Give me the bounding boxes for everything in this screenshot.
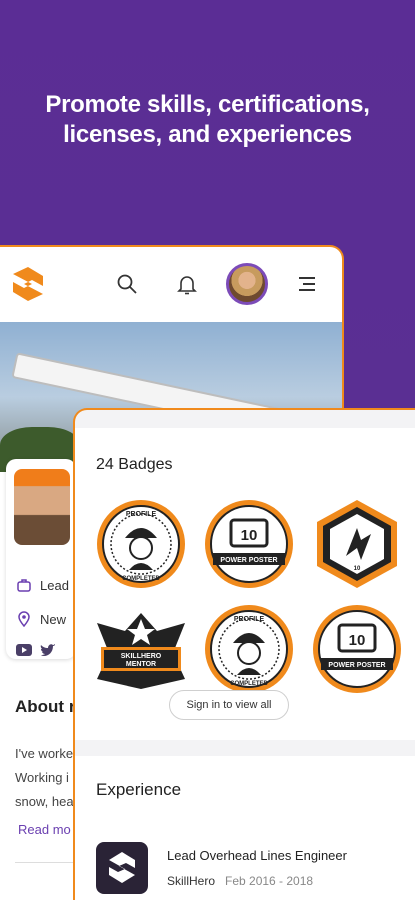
badge-value-10: 10 [349,632,366,649]
menu-icon[interactable] [296,273,318,295]
badge-power-poster-text: POWER POSTER [220,557,277,564]
experience-company: SkillHero [167,874,216,888]
power-poster-badge-icon[interactable]: 10 POWER POSTER [311,603,403,695]
badge-completed-text: COMPLETED [230,681,268,687]
badge-profile-text: PROFILE [126,511,157,518]
experience-role: Lead Overhead Lines Engineer [167,848,347,863]
skillhero-logo-icon [13,267,43,301]
headline: Promote skills, certifications, licenses… [45,91,370,148]
search-icon[interactable] [116,273,138,295]
read-more-link[interactable]: Read mo [18,822,71,837]
about-text: I've worke Working i snow, hea [15,746,74,809]
youtube-icon[interactable] [16,644,32,656]
sign-in-to-view-all-button[interactable]: Sign in to view all [169,690,289,720]
power-poster-hex-badge-icon[interactable]: 10 [311,498,403,590]
location-row: New [16,611,66,627]
job-title-text: Lead [40,577,69,593]
experience-panel: Experience Lead Overhead Lines Engineer … [75,756,415,900]
skillhero-logo-icon [109,852,135,883]
profile-completed-badge-icon[interactable]: PROFILE COMPLETED [95,498,187,590]
badge-completed-text: COMPLETED [122,576,160,582]
profile-completed-badge-icon[interactable]: PROFILE COMPLETED [203,603,295,695]
badge-power-poster-text: POWER POSTER [328,662,385,669]
location-text: New [40,611,67,627]
bell-icon[interactable] [176,273,198,295]
profile-photo [14,469,70,545]
experience-company-row: SkillHero Feb 2016 - 2018 [167,874,313,888]
location-pin-icon [18,611,30,627]
badges-title: 24 Badges [96,456,173,473]
profile-summary-card: Lead New [6,459,76,659]
experience-title: Experience [96,780,182,799]
badge-value-10: 10 [241,527,258,544]
top-bar [0,247,342,322]
twitter-icon[interactable] [40,643,56,657]
badge-value-10: 10 [354,566,361,572]
company-logo [96,842,148,894]
skillhero-mentor-badge-icon[interactable]: SKILLHERO MENTOR [95,603,187,695]
badge-mentor-text: MENTOR [126,661,156,668]
job-title-row: Lead [16,577,69,593]
briefcase-icon [17,579,31,592]
avatar[interactable] [226,263,268,305]
badge-skillhero-text: SKILLHERO [121,653,162,660]
divider [15,862,75,863]
badge-profile-text: PROFILE [234,616,265,623]
about-title: About r [15,697,76,716]
power-poster-badge-icon[interactable]: 10 POWER POSTER [203,498,295,590]
experience-dates: Feb 2016 - 2018 [225,874,314,888]
social-row [16,643,56,657]
badges-card-front: 24 Badges PROFILE COMPLETED 10 POWER POS… [73,408,415,900]
badges-panel: 24 Badges PROFILE COMPLETED 10 POWER POS… [75,428,415,740]
